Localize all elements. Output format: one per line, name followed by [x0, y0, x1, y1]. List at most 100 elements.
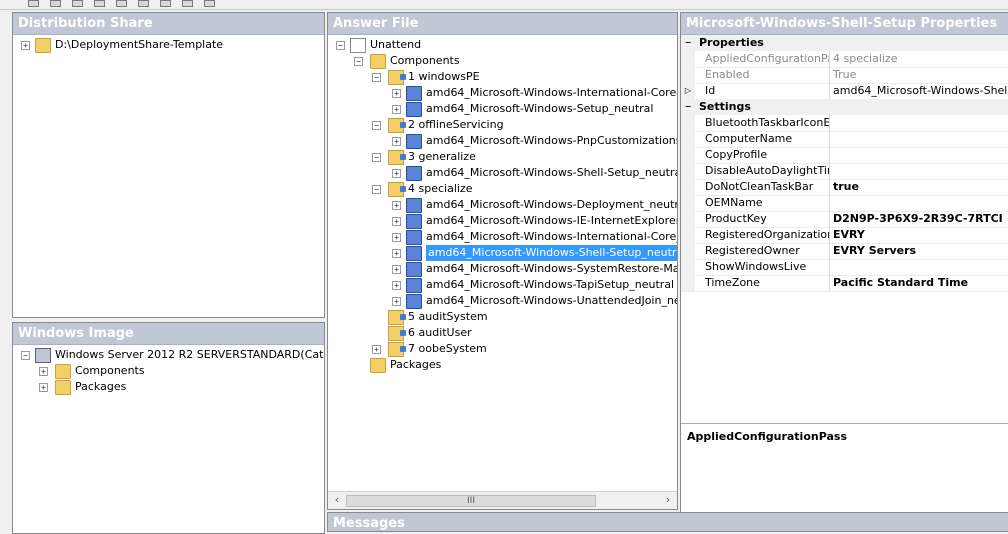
tree-item-component[interactable]: + amd64_Microsoft-Windows-International-C…	[328, 229, 677, 245]
collapse-icon[interactable]: −	[372, 73, 381, 82]
expand-icon[interactable]: +	[392, 89, 401, 98]
tree-item-component[interactable]: + amd64_Microsoft-Windows-Shell-Setup_neu…	[328, 165, 677, 181]
expand-icon[interactable]: +	[392, 281, 401, 290]
cut-icon[interactable]	[116, 0, 127, 7]
property-category[interactable]: − Settings	[681, 99, 1008, 115]
property-name: TimeZone	[705, 275, 830, 291]
collapse-icon[interactable]: −	[372, 185, 381, 194]
property-category[interactable]: − Properties	[681, 35, 1008, 51]
windows-image-pane: Windows Image − Windows Server 2012 R2 S…	[12, 322, 325, 534]
tree-item-deployment-share[interactable]: + D:\DeploymentShare-Template	[13, 37, 313, 53]
save-icon[interactable]	[72, 0, 83, 7]
collapse-icon[interactable]: −	[372, 121, 381, 130]
row-gutter	[681, 275, 695, 291]
expand-arrow-icon[interactable]: ▷	[681, 83, 695, 99]
expand-icon[interactable]: +	[392, 297, 401, 306]
tree-item-label: 1 windowsPE	[408, 70, 480, 83]
expand-icon[interactable]: +	[392, 217, 401, 226]
property-row[interactable]: ▷ Id amd64_Microsoft-Windows-Shell-S	[681, 83, 1008, 100]
property-row[interactable]: CopyProfile	[681, 147, 1008, 164]
tree-item-label: 7 oobeSystem	[408, 342, 487, 355]
tree-item-pass[interactable]: − 4 specialize	[328, 181, 677, 197]
tree-item-component[interactable]: + amd64_Microsoft-Windows-Shell-Setup_neu…	[328, 245, 677, 261]
expand-icon[interactable]: +	[392, 233, 401, 242]
property-row[interactable]: AppliedConfigurationPass4 specialize	[681, 51, 1008, 68]
expand-icon[interactable]: +	[392, 249, 401, 258]
property-row[interactable]: DisableAutoDaylightTime	[681, 163, 1008, 180]
scroll-right-icon[interactable]: ›	[661, 494, 675, 506]
collapse-icon[interactable]: −	[354, 57, 363, 66]
expand-icon[interactable]: +	[39, 383, 48, 392]
close-icon[interactable]	[94, 0, 105, 7]
property-value[interactable]: Pacific Standard Time	[831, 275, 1008, 291]
property-row[interactable]: DoNotCleanTaskBar true	[681, 179, 1008, 196]
expand-icon[interactable]: +	[392, 169, 401, 178]
paste-icon[interactable]	[160, 0, 171, 7]
collapse-icon[interactable]: −	[336, 41, 345, 50]
tree-item-pass[interactable]: +7 oobeSystem	[328, 341, 677, 357]
expand-icon[interactable]: +	[392, 105, 401, 114]
property-value[interactable]: 4 specialize	[831, 51, 1008, 67]
row-gutter	[681, 259, 695, 275]
tree-item-unattend[interactable]: − Unattend	[328, 37, 677, 53]
scroll-left-icon[interactable]: ‹	[330, 494, 344, 506]
server-image-icon	[35, 348, 51, 363]
tree-item-components[interactable]: − Components	[328, 53, 677, 69]
property-row[interactable]: Enabled True	[681, 67, 1008, 84]
new-icon[interactable]	[28, 0, 39, 7]
folder-icon	[35, 38, 51, 53]
expand-icon[interactable]: +	[372, 345, 381, 354]
tree-item-component[interactable]: + amd64_Microsoft-Windows-PnpCustomizatio…	[328, 133, 677, 149]
scroll-thumb[interactable]: III	[346, 495, 596, 507]
property-value[interactable]: D2N9P-3P6X9-2R39C-7RTCI	[831, 211, 1008, 227]
tree-item-component[interactable]: + amd64_Microsoft-Windows-TapiSetup_neutr…	[328, 277, 677, 293]
expand-icon[interactable]: +	[392, 137, 401, 146]
property-row[interactable]: OEMName	[681, 195, 1008, 212]
tree-item-pass[interactable]: 5 auditSystem	[328, 309, 677, 325]
tree-item-label: amd64_Microsoft-Windows-TapiSetup_neutra…	[426, 278, 675, 291]
tree-item-windows-server[interactable]: − Windows Server 2012 R2 SERVERSTANDARD(…	[13, 347, 324, 363]
property-value[interactable]: EVRY	[831, 227, 1008, 243]
property-value[interactable]: True	[831, 67, 1008, 83]
row-gutter	[681, 51, 695, 67]
property-row[interactable]: ComputerName	[681, 131, 1008, 148]
property-row[interactable]: ShowWindowsLive	[681, 259, 1008, 276]
expand-icon[interactable]: +	[39, 367, 48, 376]
copy-icon[interactable]	[138, 0, 149, 7]
tree-item-component[interactable]: + amd64_Microsoft-Windows-International-C…	[328, 85, 677, 101]
expand-icon[interactable]: +	[392, 201, 401, 210]
property-row[interactable]: TimeZone Pacific Standard Time	[681, 275, 1008, 292]
property-value[interactable]: amd64_Microsoft-Windows-Shell-S	[831, 83, 1008, 99]
collapse-icon[interactable]: −	[372, 153, 381, 162]
horizontal-scrollbar[interactable]: ‹ III ›	[328, 491, 677, 509]
tree-item-component[interactable]: + amd64_Microsoft-Windows-Setup_neutral	[328, 101, 677, 117]
tree-item-pass[interactable]: − 1 windowsPE	[328, 69, 677, 85]
tree-item-component[interactable]: + amd64_Microsoft-Windows-UnattendedJoin_…	[328, 293, 677, 309]
expand-icon[interactable]: +	[21, 41, 30, 50]
validate-icon[interactable]	[204, 0, 215, 7]
folder-icon	[55, 380, 71, 395]
tree-item-component[interactable]: + amd64_Microsoft-Windows-Deployment_neut…	[328, 197, 677, 213]
tree-item-pass[interactable]: − 3 generalize	[328, 149, 677, 165]
tree-item-pass[interactable]: 6 auditUser	[328, 325, 677, 341]
property-row[interactable]: RegisteredOwner EVRY Servers	[681, 243, 1008, 260]
property-row[interactable]: ProductKey D2N9P-3P6X9-2R39C-7RTCI	[681, 211, 1008, 228]
delete-icon[interactable]	[182, 0, 193, 7]
open-icon[interactable]	[50, 0, 61, 7]
collapse-icon[interactable]: −	[681, 35, 695, 51]
tree-item-component[interactable]: + amd64_Microsoft-Windows-SystemRestore-M…	[328, 261, 677, 277]
property-row[interactable]: RegisteredOrganization EVRY	[681, 227, 1008, 244]
property-value[interactable]: EVRY Servers	[831, 243, 1008, 259]
collapse-icon[interactable]: −	[681, 99, 695, 115]
tree-item-packages[interactable]: Packages	[328, 357, 677, 373]
property-value[interactable]: true	[831, 179, 1008, 195]
expand-icon[interactable]: +	[392, 265, 401, 274]
tree-item-pass[interactable]: − 2 offlineServicing	[328, 117, 677, 133]
tree-item-packages[interactable]: + Packages	[13, 379, 313, 395]
answer-file-pane: Answer File − Unattend − Components −1 windo…	[327, 12, 678, 510]
tree-item-component[interactable]: + amd64_Microsoft-Windows-IE-InternetExpl…	[328, 213, 677, 229]
property-row[interactable]: BluetoothTaskbarIconEna	[681, 115, 1008, 132]
tree-item-components[interactable]: + Components	[13, 363, 313, 379]
tree-item-label: D:\DeploymentShare-Template	[55, 38, 224, 51]
collapse-icon[interactable]: −	[21, 351, 30, 360]
